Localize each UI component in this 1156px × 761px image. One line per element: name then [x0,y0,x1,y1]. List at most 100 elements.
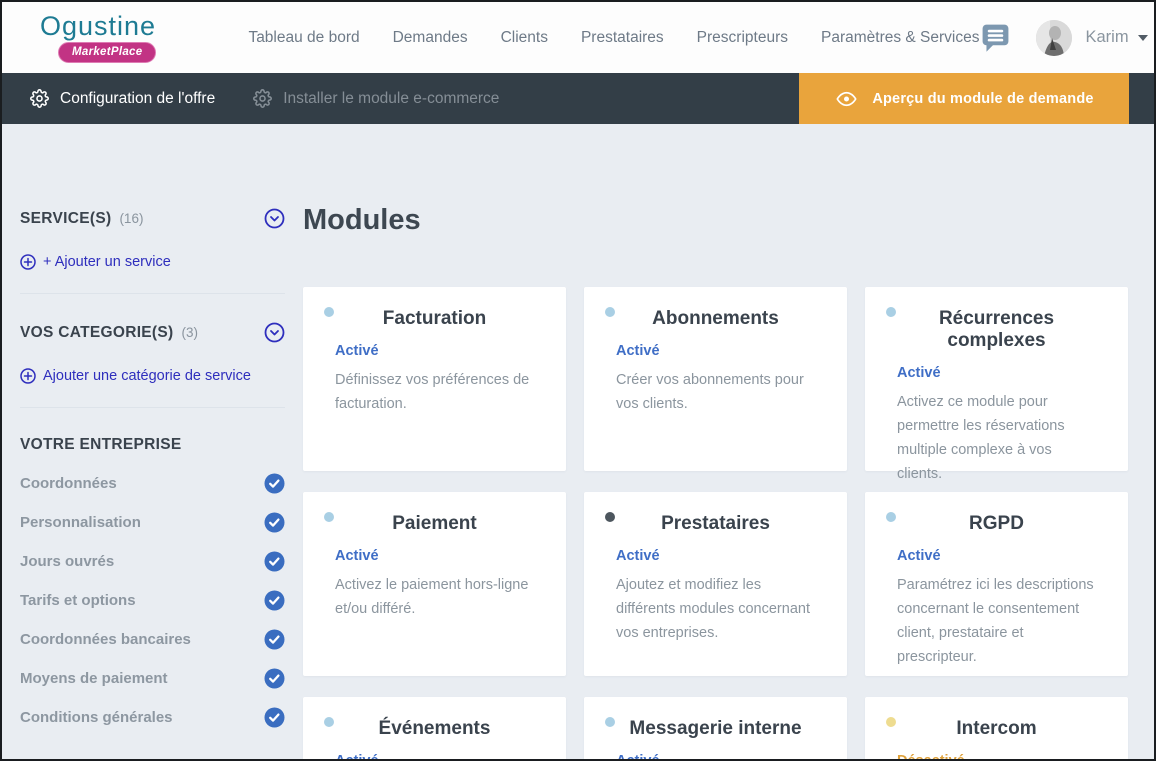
sidebar: SERVICE(S) (16) + Ajouter un service VOS… [20,124,285,759]
module-card-messagerie-interne[interactable]: Messagerie interne Activé [584,697,847,759]
check-circle-icon [264,473,285,494]
plus-circle-icon [20,254,36,270]
module-status[interactable]: Désactivé [897,753,1096,759]
module-status-dot [324,512,334,522]
brand-name: Ogustine [40,13,156,40]
module-status-dot [886,512,896,522]
nav-prestataires[interactable]: Prestataires [581,29,664,47]
module-card-abonnements[interactable]: Abonnements Activé Créer vos abonnements… [584,287,847,471]
header-right: Karim [979,20,1147,56]
brand-logo[interactable]: Ogustine MarketPlace [40,13,156,63]
check-circle-icon [264,668,285,689]
check-circle-icon [264,590,285,611]
check-circle-icon [264,707,285,728]
sidebar-item-personnalisation[interactable]: Personnalisation [20,512,285,532]
module-status[interactable]: Activé [335,753,534,759]
module-status-dot [324,307,334,317]
sidebar-item-moyens-paiement[interactable]: Moyens de paiement [20,668,285,688]
sidebar-item-tarifs-options[interactable]: Tarifs et options [20,590,285,610]
gear-icon [253,89,272,108]
add-service-link[interactable]: + Ajouter un service [20,254,285,270]
module-status-dot [886,717,896,727]
user-name[interactable]: Karim [1085,28,1128,47]
preview-button-label: Aperçu du module de demande [872,91,1093,107]
add-service-label: + Ajouter un service [43,254,171,270]
module-status[interactable]: Activé [616,753,815,759]
check-circle-icon [264,629,285,650]
module-status[interactable]: Activé [335,343,534,359]
sidebar-item-conditions-generales[interactable]: Conditions générales [20,707,285,727]
services-section-header: SERVICE(S) (16) [20,208,285,229]
module-status[interactable]: Activé [897,365,1096,381]
page-title: Modules [303,204,1128,237]
module-status-dot [324,717,334,727]
module-card-paiement[interactable]: Paiement Activé Activez le paiement hors… [303,492,566,676]
sidebar-divider [20,293,285,294]
add-category-label: Ajouter une catégorie de service [43,368,251,384]
nav-demandes[interactable]: Demandes [393,29,468,47]
module-status[interactable]: Activé [335,548,534,564]
module-card-evenements[interactable]: Événements Activé [303,697,566,759]
collapse-categories-icon[interactable] [264,322,285,343]
module-description: Créer vos abonnements pour vos clients. [616,368,815,416]
subnav-item-module-ecommerce[interactable]: Installer le module e-commerce [253,89,499,108]
sidebar-item-coordonnees-bancaires[interactable]: Coordonnées bancaires [20,629,285,649]
nav-tableau-de-bord[interactable]: Tableau de bord [248,29,359,47]
eye-icon [834,89,859,109]
top-header: Ogustine MarketPlace Tableau de bord Dem… [2,2,1154,73]
module-title: Abonnements [616,308,815,330]
module-status-dot [605,717,615,727]
module-card-recurrences-complexes[interactable]: Récurrences complexes Activé Activez ce … [865,287,1128,471]
plus-circle-icon [20,368,36,384]
subnav-label: Installer le module e-commerce [283,90,499,108]
company-title: VOTRE ENTREPRISE [20,436,182,454]
module-status[interactable]: Activé [616,343,815,359]
main-panel: Modules Facturation Activé Définissez vo… [303,124,1128,759]
app-window: Ogustine MarketPlace Tableau de bord Dem… [0,0,1156,761]
module-title: Intercom [897,718,1096,740]
services-title: SERVICE(S) [20,210,111,228]
module-title: Prestataires [616,513,815,535]
module-status[interactable]: Activé [897,548,1096,564]
module-title: Paiement [335,513,534,535]
nav-clients[interactable]: Clients [501,29,548,47]
module-title: Récurrences complexes [897,308,1096,352]
check-circle-icon [264,551,285,572]
nav-parametres-services[interactable]: Paramètres & Services [821,29,980,47]
company-section-header: VOTRE ENTREPRISE [20,436,285,454]
module-status-dot [605,307,615,317]
module-card-prestataires[interactable]: Prestataires Activé Ajoutez et modifiez … [584,492,847,676]
module-title: Messagerie interne [616,718,815,740]
module-status[interactable]: Activé [616,548,815,564]
sidebar-item-jours-ouvres[interactable]: Jours ouvrés [20,551,285,571]
subnav-item-configuration-offre[interactable]: Configuration de l'offre [30,89,215,108]
chevron-down-icon[interactable] [1138,35,1148,41]
module-description: Définissez vos préférences de facturatio… [335,368,534,416]
module-status-dot [886,307,896,317]
add-category-link[interactable]: Ajouter une catégorie de service [20,368,285,384]
categories-title: VOS CATEGORIE(S) [20,324,174,342]
module-description: Activez le paiement hors-ligne et/ou dif… [335,573,534,621]
gear-icon [30,89,49,108]
module-title: Événements [335,718,534,740]
services-count: (16) [119,211,143,226]
categories-section-header: VOS CATEGORIE(S) (3) [20,322,285,343]
module-description: Ajoutez et modifiez les différents modul… [616,573,815,645]
categories-count: (3) [182,325,199,340]
module-description: Activez ce module pour permettre les rés… [897,390,1096,486]
module-card-rgpd[interactable]: RGPD Activé Paramétrez ici les descripti… [865,492,1128,676]
sidebar-item-coordonnees[interactable]: Coordonnées [20,473,285,493]
avatar[interactable] [1036,20,1072,56]
collapse-services-icon[interactable] [264,208,285,229]
subnav-label: Configuration de l'offre [60,90,215,108]
check-circle-icon [264,512,285,533]
nav-prescripteurs[interactable]: Prescripteurs [697,29,788,47]
module-status-dot [605,512,615,522]
content-area: SERVICE(S) (16) + Ajouter un service VOS… [2,124,1154,759]
preview-module-button[interactable]: Aperçu du module de demande [799,73,1129,124]
messages-icon[interactable] [979,22,1012,53]
sidebar-divider [20,407,285,408]
module-card-intercom[interactable]: Intercom Désactivé [865,697,1128,759]
module-card-facturation[interactable]: Facturation Activé Définissez vos préfér… [303,287,566,471]
module-description: Paramétrez ici les descriptions concerna… [897,573,1096,669]
